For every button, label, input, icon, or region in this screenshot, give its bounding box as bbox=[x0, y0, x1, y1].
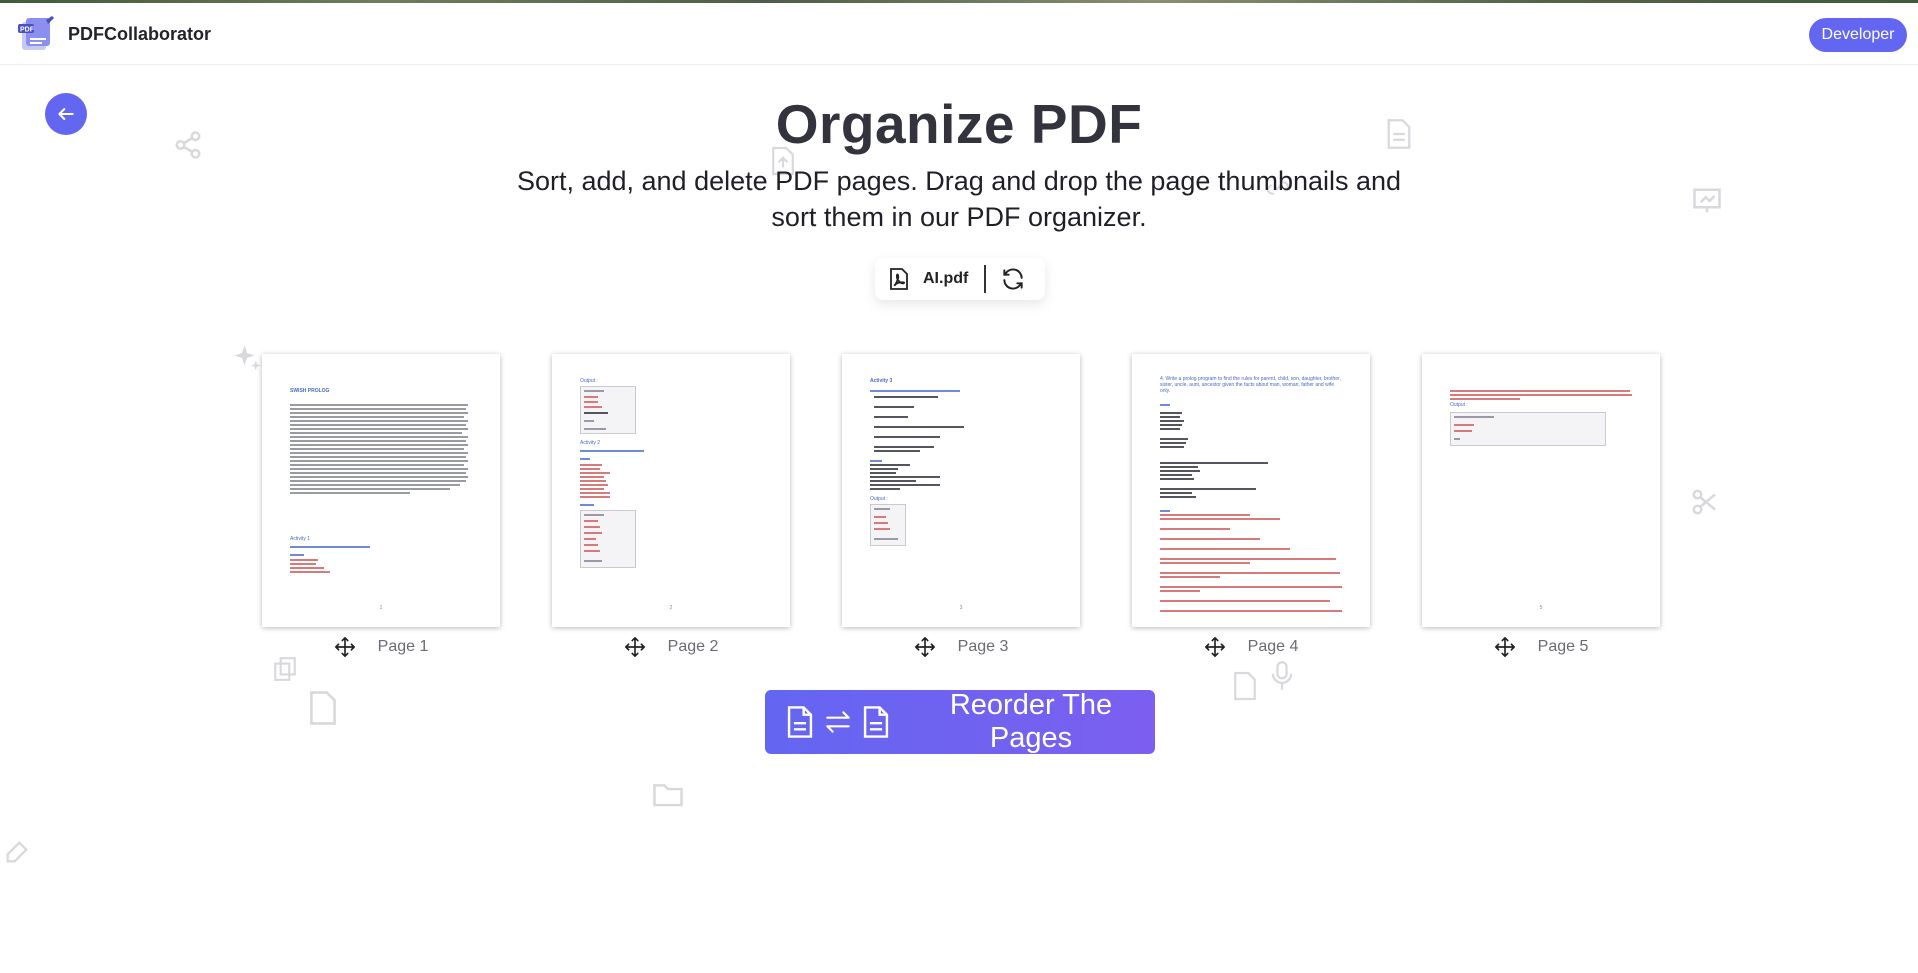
page-preview: SWISH PROLOG Activity 1 1 bbox=[262, 354, 500, 627]
page-number: 2 bbox=[669, 605, 673, 611]
file-selector: AI.pdf bbox=[875, 258, 1045, 300]
swap-icon bbox=[826, 711, 850, 733]
brand-name[interactable]: PDFCollaborator bbox=[68, 24, 211, 45]
page-label: Page 5 bbox=[1537, 638, 1589, 655]
pdf-icon bbox=[890, 268, 908, 290]
move-icon[interactable] bbox=[624, 636, 646, 658]
thumbnail-footer: Page 3 bbox=[842, 627, 1080, 667]
page-preview: Output : Activity 2 2 bbox=[552, 354, 790, 627]
document-icon bbox=[863, 706, 889, 738]
thumbnail-footer: Page 1 bbox=[262, 627, 500, 667]
file-icon bbox=[1234, 671, 1256, 701]
thumbnail-footer: Page 5 bbox=[1422, 627, 1660, 667]
move-icon[interactable] bbox=[1494, 636, 1516, 658]
pdf-file-icon bbox=[310, 691, 336, 725]
page-preview: 4. Write a prolog program to find the ru… bbox=[1132, 354, 1370, 627]
reorder-label: Reorder The Pages bbox=[949, 689, 1113, 754]
page-number: 3 bbox=[959, 605, 963, 611]
page-preview: Activity 3 Output : 3 bbox=[842, 354, 1080, 627]
sparkle-icon bbox=[234, 345, 261, 371]
refresh-icon[interactable] bbox=[1000, 266, 1026, 292]
document-icon bbox=[787, 706, 813, 738]
page-heading: 4. Write a prolog program to find the ru… bbox=[1160, 376, 1341, 394]
move-icon[interactable] bbox=[914, 636, 936, 658]
page-number: 5 bbox=[1539, 605, 1543, 611]
page-preview: Output : 5 bbox=[1422, 354, 1660, 627]
page-thumbnail[interactable]: SWISH PROLOG Activity 1 1 Page 1 bbox=[262, 354, 500, 667]
page-label: Page 4 bbox=[1247, 638, 1299, 655]
page-thumbnail[interactable]: Output : Activity 2 2 Page 2 bbox=[552, 354, 790, 667]
thumbnail-footer: Page 2 bbox=[552, 627, 790, 667]
page-heading: Output : bbox=[580, 378, 598, 384]
app-header: PDF PDFCollaborator Developer bbox=[0, 3, 1918, 65]
page-heading: Output : bbox=[1450, 402, 1468, 408]
logo-icon[interactable]: PDF bbox=[16, 14, 56, 54]
file-name: AI.pdf bbox=[923, 270, 969, 287]
move-icon[interactable] bbox=[334, 636, 356, 658]
page-number: 1 bbox=[379, 605, 383, 611]
presentation-icon bbox=[1693, 188, 1721, 213]
page-heading: Activity 3 bbox=[870, 378, 893, 384]
page-subtitle: Sort, add, and delete PDF pages. Drag an… bbox=[516, 166, 1402, 232]
page-heading: SWISH PROLOG bbox=[290, 388, 330, 394]
page-thumbnail[interactable]: Output : 5 Page 5 bbox=[1422, 354, 1660, 667]
scissors-icon bbox=[1692, 489, 1716, 515]
reorder-pages-button[interactable]: Reorder The Pages bbox=[765, 689, 1155, 754]
move-icon[interactable] bbox=[1204, 636, 1226, 658]
activity-heading: Output : bbox=[870, 496, 888, 502]
divider bbox=[984, 265, 987, 293]
developer-button[interactable]: Developer bbox=[1809, 18, 1907, 52]
page-label: Page 2 bbox=[667, 638, 719, 655]
folder-icon bbox=[653, 784, 683, 807]
activity-heading: Activity 2 bbox=[580, 440, 601, 446]
activity-heading: Activity 1 bbox=[290, 536, 311, 542]
reorder-icon-group bbox=[785, 705, 891, 739]
edit-icon bbox=[6, 841, 28, 863]
svg-text:PDF: PDF bbox=[20, 27, 35, 34]
page-thumbnail[interactable]: 4. Write a prolog program to find the ru… bbox=[1132, 354, 1370, 667]
page-label: Page 3 bbox=[957, 638, 1009, 655]
page-title: Organize PDF bbox=[775, 93, 1143, 155]
thumbnail-footer: Page 4 bbox=[1132, 627, 1370, 667]
page-thumbnail[interactable]: Activity 3 Output : 3 Page 3 bbox=[842, 354, 1080, 667]
page-label: Page 1 bbox=[377, 638, 429, 655]
